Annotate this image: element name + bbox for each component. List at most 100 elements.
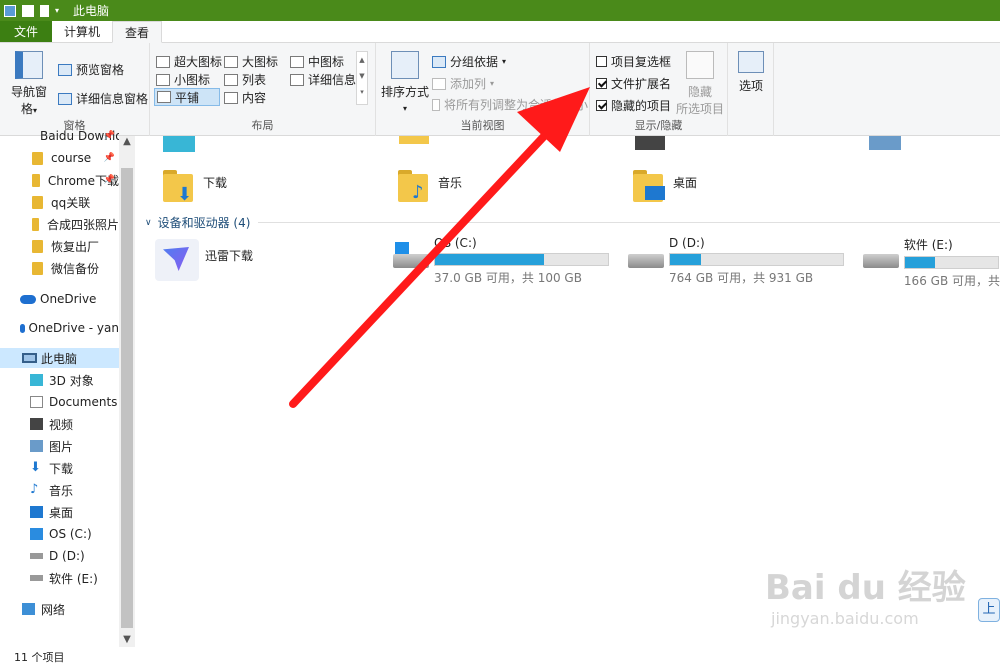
customize-dropdown-icon[interactable]: ▾ <box>55 6 59 15</box>
nav-scrollbar[interactable]: ▲ ▼ <box>119 136 135 647</box>
layout-small[interactable]: 小图标 <box>156 71 210 88</box>
nav-item[interactable]: 桌面 <box>0 502 119 522</box>
hidden-items-checkbox[interactable] <box>596 100 607 111</box>
nav-item[interactable]: 视频 <box>0 414 119 434</box>
folder-icon <box>32 239 43 253</box>
device-tile-thunder[interactable]: 迅雷下载 <box>155 239 253 281</box>
nav-item[interactable]: OS (C:) <box>0 524 119 544</box>
watermark-sub: jingyan.baidu.com <box>771 609 919 628</box>
show-hide-group-label: 显示/隐藏 <box>634 119 683 132</box>
folder-label: 音乐 <box>438 176 463 190</box>
documents-tile-icon[interactable] <box>399 136 429 144</box>
item-count: 11 个项目 <box>14 651 65 664</box>
videos-tile-icon[interactable] <box>635 136 665 150</box>
new-folder-icon[interactable] <box>40 4 49 17</box>
tab-file[interactable]: 文件 <box>0 21 52 42</box>
item-checkboxes-toggle[interactable]: 项目复选框 <box>596 53 671 70</box>
tab-computer[interactable]: 计算机 <box>52 21 112 42</box>
layout-list[interactable]: 列表 <box>224 71 266 88</box>
onedrive-icon <box>20 323 25 333</box>
nav-item[interactable]: 合成四张照片 <box>0 214 119 234</box>
nav-item[interactable]: 恢复出厂 <box>0 236 119 256</box>
layout-medium[interactable]: 中图标 <box>290 53 344 70</box>
nav-item[interactable]: 微信备份 <box>0 258 119 278</box>
fit-columns-button[interactable]: 将所有列调整为合适的大小 <box>432 96 588 113</box>
nav-item[interactable]: course 📌 <box>0 148 119 168</box>
layout-extra-large[interactable]: 超大图标 <box>156 53 222 70</box>
scroll-thumb[interactable] <box>121 168 133 628</box>
group-by-label: 分组依据 <box>450 55 499 69</box>
devices-section-header[interactable]: ∨ 设备和驱动器 (4) <box>145 214 1000 231</box>
nav-item[interactable]: Baidu Downlo 📌 <box>0 126 119 146</box>
drive-free-space: 37.0 GB 可用，共 100 GB <box>434 271 582 285</box>
nav-item-this-pc[interactable]: 此电脑 <box>0 348 119 368</box>
folder-tile-downloads[interactable]: ⬇ 下载 <box>163 166 227 205</box>
pin-icon: 📌 <box>103 153 115 163</box>
scroll-up-icon[interactable]: ▲ <box>119 136 135 147</box>
folder-tile-music[interactable]: ♪ 音乐 <box>398 166 462 204</box>
properties-icon[interactable] <box>22 4 34 17</box>
nav-item[interactable]: Chrome下载 📌 <box>0 170 119 190</box>
nav-item[interactable]: 图片 <box>0 436 119 456</box>
nav-item[interactable]: 软件 (E:) <box>0 568 119 588</box>
tiles-icon <box>157 91 171 103</box>
explorer-icon[interactable] <box>4 4 16 17</box>
layout-details[interactable]: 详细信息 <box>290 71 356 88</box>
options-button[interactable]: 选项 <box>734 51 768 94</box>
drive-tile-e[interactable]: 软件 (E:) 166 GB 可用，共 <box>863 236 1000 289</box>
add-columns-button[interactable]: 添加列 ▾ <box>432 75 494 92</box>
layout-content[interactable]: 内容 <box>224 89 266 106</box>
windows-drive-icon <box>30 528 43 540</box>
side-upload-button[interactable]: 上 <box>978 598 1000 622</box>
hide-sub-label: 所选项目 <box>675 102 724 116</box>
hidden-items-label: 隐藏的项目 <box>611 99 672 113</box>
nav-item[interactable]: D (D:) <box>0 546 119 566</box>
layout-large[interactable]: 大图标 <box>224 53 278 70</box>
content-icon <box>224 91 238 104</box>
window-title: 此电脑 <box>73 4 110 18</box>
details-pane-button[interactable]: 详细信息窗格 <box>58 90 148 107</box>
layout-label: 详细信息 <box>308 73 357 87</box>
drive-tile-d[interactable]: D (D:) 764 GB 可用，共 931 GB <box>628 236 844 286</box>
nav-item[interactable]: 3D 对象 <box>0 370 119 390</box>
music-folder-icon: ♪ <box>398 166 430 204</box>
nav-item[interactable]: qq关联 <box>0 192 119 212</box>
layout-label: 中图标 <box>308 55 345 69</box>
folder-label: 桌面 <box>673 176 698 190</box>
folder-tile-desktop[interactable]: 桌面 <box>633 166 697 204</box>
scroll-down-icon[interactable]: ▼ <box>119 634 135 645</box>
sort-label: 排序方式 <box>380 85 429 99</box>
preview-pane-button[interactable]: 预览窗格 <box>58 61 124 78</box>
hidden-items-toggle[interactable]: 隐藏的项目 <box>596 97 671 114</box>
layout-group-label: 布局 <box>251 119 274 132</box>
3d-objects-tile-icon[interactable] <box>163 136 195 152</box>
hide-selected-button[interactable]: 隐藏 所选项目 <box>674 51 726 117</box>
nav-item[interactable]: Documents <box>0 392 119 412</box>
nav-item[interactable]: ⬇ 下载 <box>0 458 119 478</box>
nav-item-label: qq关联 <box>51 195 91 210</box>
group-by-button[interactable]: 分组依据 ▾ <box>432 53 506 70</box>
group-by-icon <box>432 55 446 68</box>
item-checkboxes-checkbox[interactable] <box>596 56 607 67</box>
layout-tiles[interactable]: 平铺 <box>154 88 220 106</box>
drive-icon <box>30 553 43 559</box>
pictures-tile-icon[interactable] <box>869 136 901 150</box>
drive-icon <box>628 248 666 270</box>
collapse-chevron-icon[interactable]: ∨ <box>145 218 152 228</box>
layout-gallery-scroll[interactable]: ▲ ▼ ▾ <box>356 51 368 105</box>
music-icon: ♪ <box>30 482 39 497</box>
nav-item-onedrive[interactable]: OneDrive <box>0 289 119 309</box>
nav-item-network[interactable]: 网络 <box>0 599 119 619</box>
drive-tile-c[interactable]: OS (C:) 37.0 GB 可用，共 100 GB <box>393 236 609 286</box>
tab-view[interactable]: 查看 <box>112 21 163 43</box>
add-columns-label: 添加列 <box>450 77 487 91</box>
nav-pane-button[interactable]: 导航窗格▾ <box>6 51 52 117</box>
sort-by-button[interactable]: 排序方式 ▾ <box>380 51 430 114</box>
file-extensions-toggle[interactable]: 文件扩展名 <box>596 75 671 92</box>
quick-access-toolbar: ▾ <box>0 4 59 17</box>
fit-columns-label: 将所有列调整为合适的大小 <box>443 98 588 112</box>
file-extensions-checkbox[interactable] <box>596 78 607 89</box>
drive-usage-bar <box>903 256 999 269</box>
nav-item-onedrive-business[interactable]: OneDrive - yan <box>0 318 119 338</box>
nav-item[interactable]: ♪ 音乐 <box>0 480 119 500</box>
